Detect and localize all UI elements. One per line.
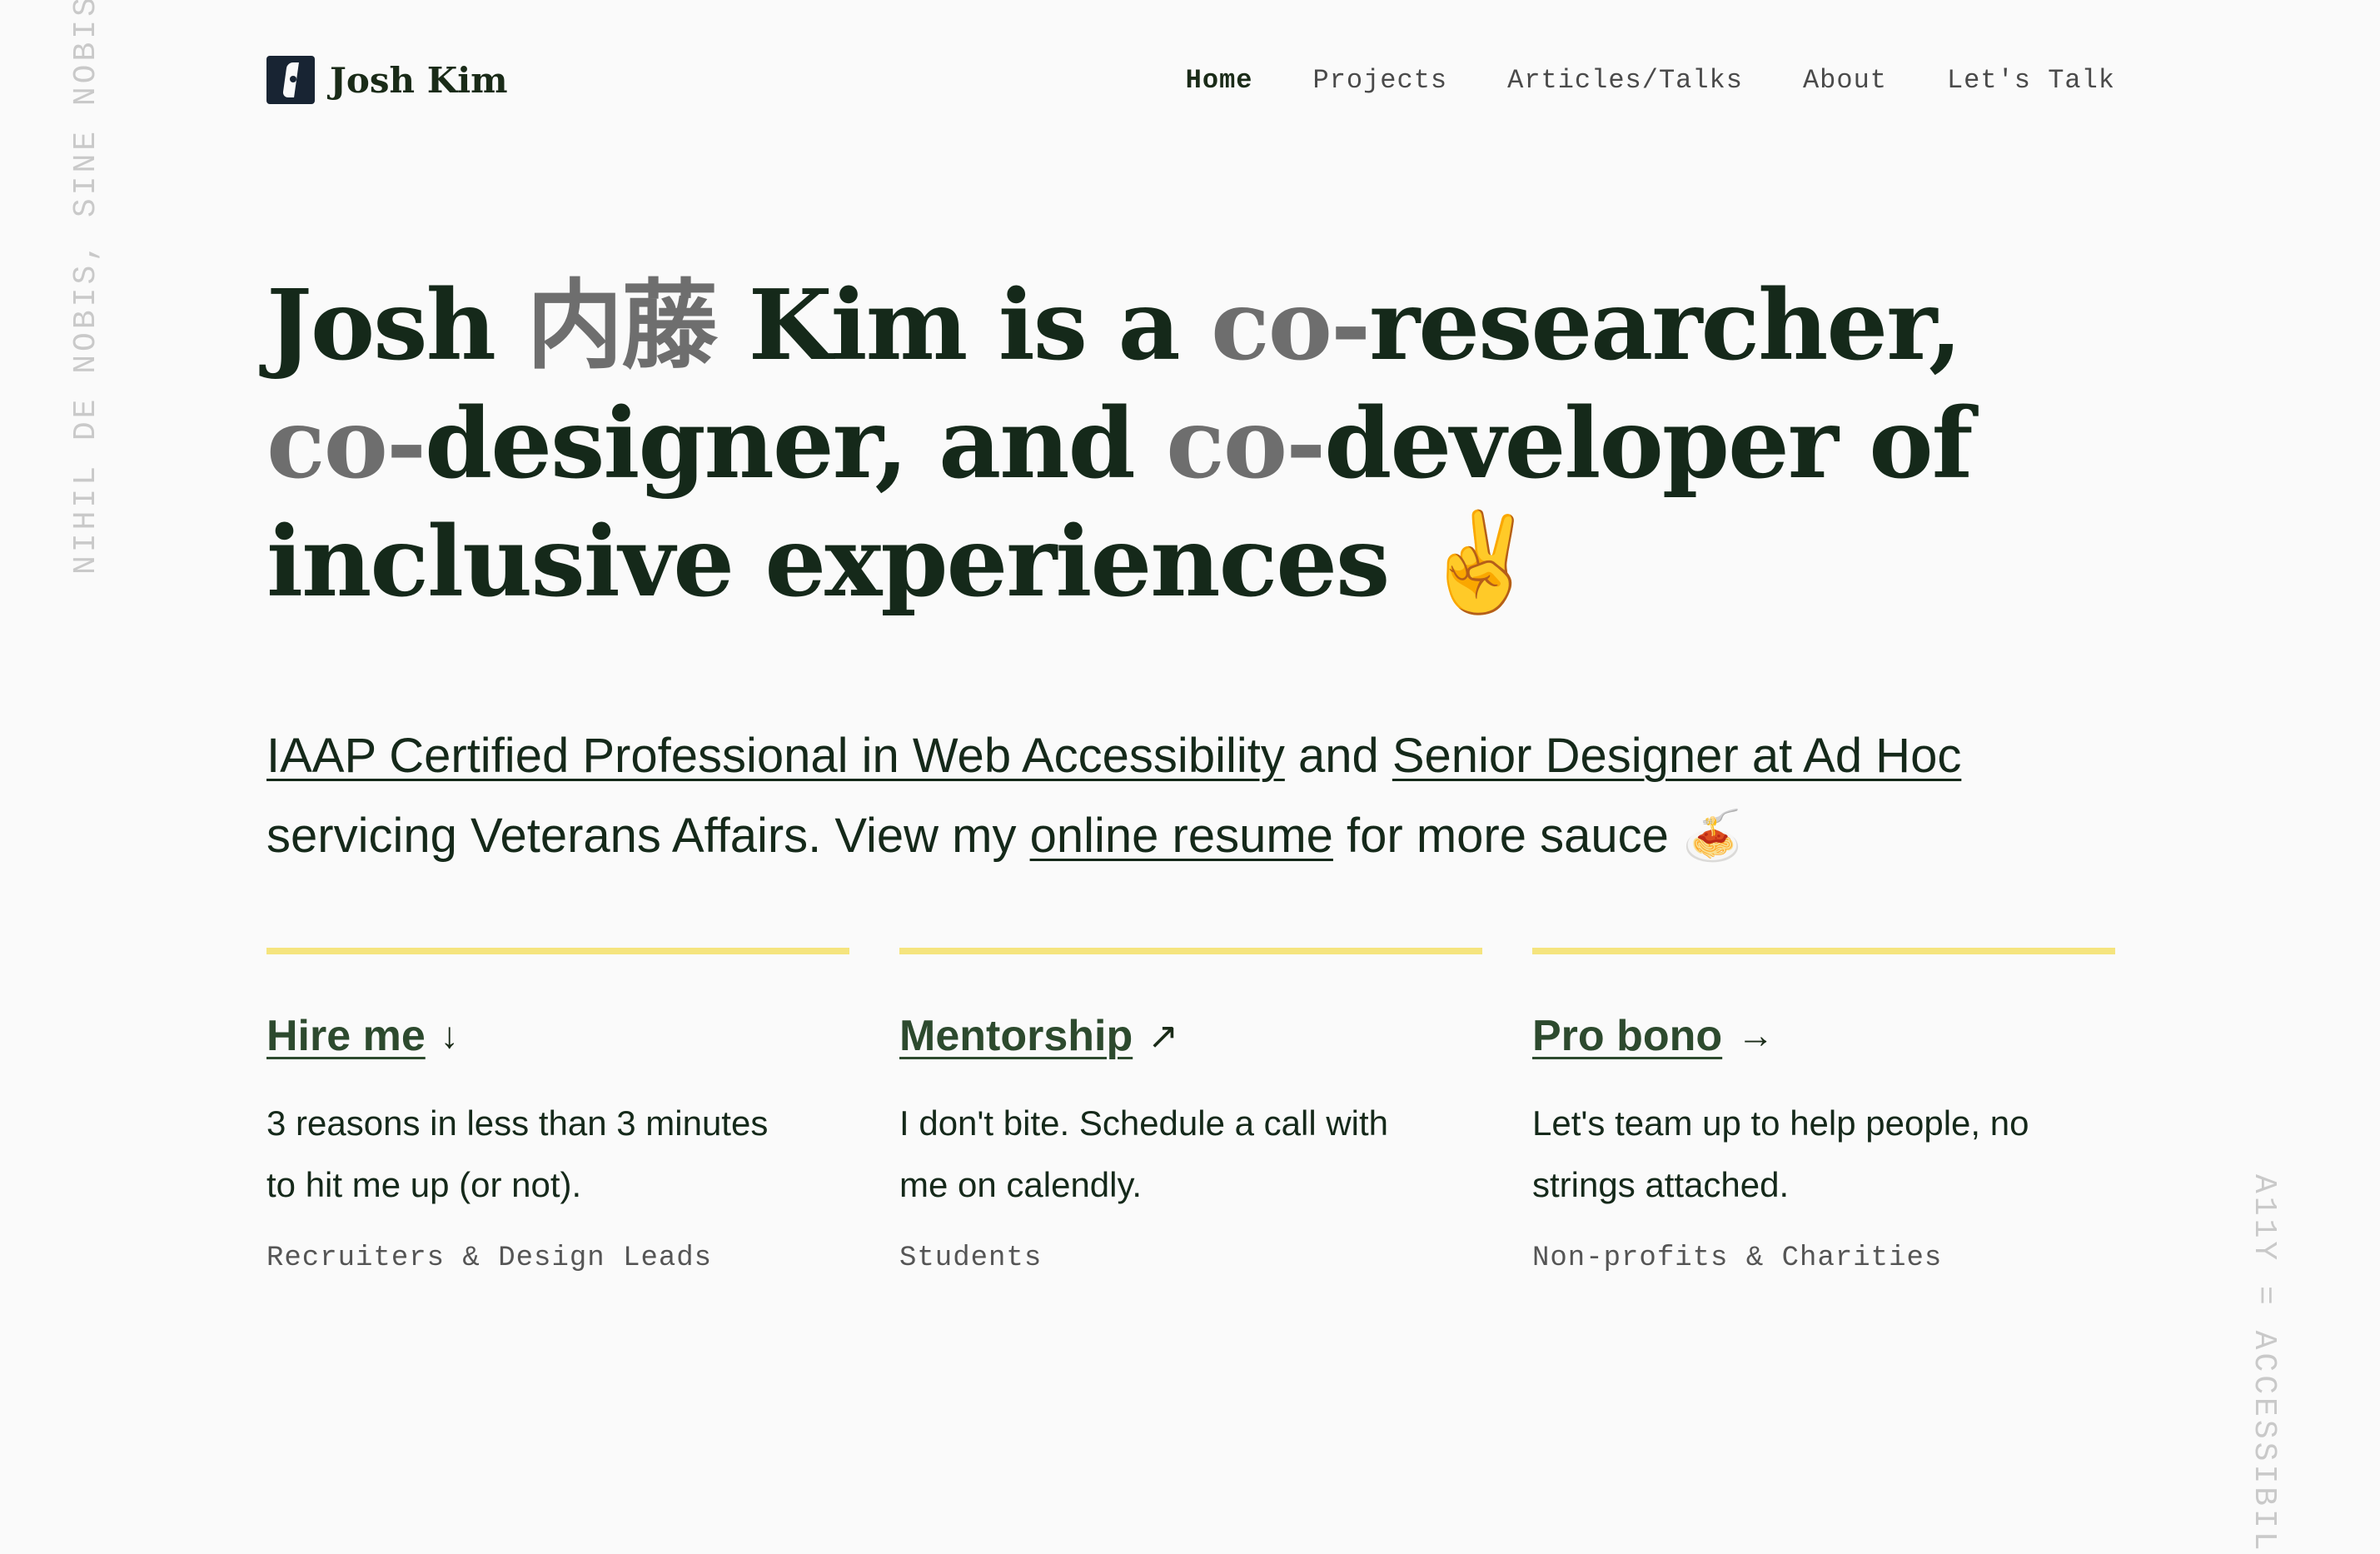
card-audience-tag: Non-profits & Charities <box>1532 1243 1943 1274</box>
hero-text: researcher, <box>1369 269 1962 382</box>
nav-lets-talk[interactable]: Let's Talk <box>1947 65 2115 96</box>
side-motto-right: A11Y = ACCESSIBIL <box>2246 1174 2282 1554</box>
peace-sign-emoji: ✌️ <box>1420 506 1541 619</box>
site-header: Josh Kim Home Projects Articles/Talks Ab… <box>266 53 2115 107</box>
jk-logo-icon <box>266 56 315 104</box>
card-description: Let's team up to help people, no strings… <box>1532 1103 2029 1204</box>
hero-co-prefix: co- <box>266 387 426 501</box>
hire-me-link[interactable]: Hire me <box>266 1011 426 1061</box>
resume-link[interactable]: online resume <box>1030 809 1333 863</box>
ad-hoc-link[interactable]: Senior Designer at Ad Hoc <box>1392 729 1961 783</box>
intro-paragraph: IAAP Certified Professional in Web Acces… <box>266 716 2165 876</box>
intro-text: for more sauce <box>1332 809 1682 863</box>
side-motto-left: NIHIL DE NOBIS, SINE NOBIS <box>68 0 104 575</box>
card-audience-tag: Recruiters & Design Leads <box>266 1243 713 1274</box>
hero-heading: Josh 内藤 Kim is a co-researcher, co-desig… <box>266 266 2132 621</box>
brand-name: Josh Kim <box>330 59 508 101</box>
nav-home[interactable]: Home <box>1186 65 1253 96</box>
nav-projects[interactable]: Projects <box>1312 65 1447 96</box>
nav-articles-talks[interactable]: Articles/Talks <box>1507 65 1743 96</box>
pro-bono-link[interactable]: Pro bono <box>1532 1011 1722 1061</box>
card-mentorship: Mentorship ↗ I don't bite. Schedule a ca… <box>899 948 1482 1274</box>
card-description: 3 reasons in less than 3 minutes to hit … <box>266 1103 769 1204</box>
hero-co-prefix: co- <box>1166 387 1326 501</box>
main-nav: Home Projects Articles/Talks About Let's… <box>1186 65 2115 96</box>
spaghetti-emoji: 🍝 <box>1681 809 1743 863</box>
mentorship-link[interactable]: Mentorship <box>899 1011 1133 1061</box>
card-audience-tag: Students <box>899 1243 1043 1274</box>
intro-text: and <box>1284 729 1392 783</box>
iaap-certification-link[interactable]: IAAP Certified Professional in Web Acces… <box>266 729 1285 783</box>
nav-about[interactable]: About <box>1803 65 1887 96</box>
intro-text: servicing Veterans Affairs. View my <box>266 809 1030 863</box>
hero-kanji: 内藤 <box>526 269 718 382</box>
arrow-right-icon: → <box>1737 1015 1775 1056</box>
audience-cards: Hire me ↓ 3 reasons in less than 3 minut… <box>266 948 2115 1274</box>
hero-text: Josh <box>266 269 527 382</box>
arrow-up-right-icon: ↗ <box>1148 1015 1179 1057</box>
hero-co-prefix: co- <box>1211 269 1371 382</box>
hero-text: designer, and <box>425 387 1167 501</box>
card-pro-bono: Pro bono → Let's team up to help people,… <box>1532 948 2115 1274</box>
arrow-down-icon: ↓ <box>440 1015 459 1056</box>
card-hire-me: Hire me ↓ 3 reasons in less than 3 minut… <box>266 948 849 1274</box>
card-description: I don't bite. Schedule a call with me on… <box>899 1103 1389 1204</box>
hero-text: Kim is a <box>716 269 1211 382</box>
brand-home-link[interactable]: Josh Kim <box>266 56 508 104</box>
